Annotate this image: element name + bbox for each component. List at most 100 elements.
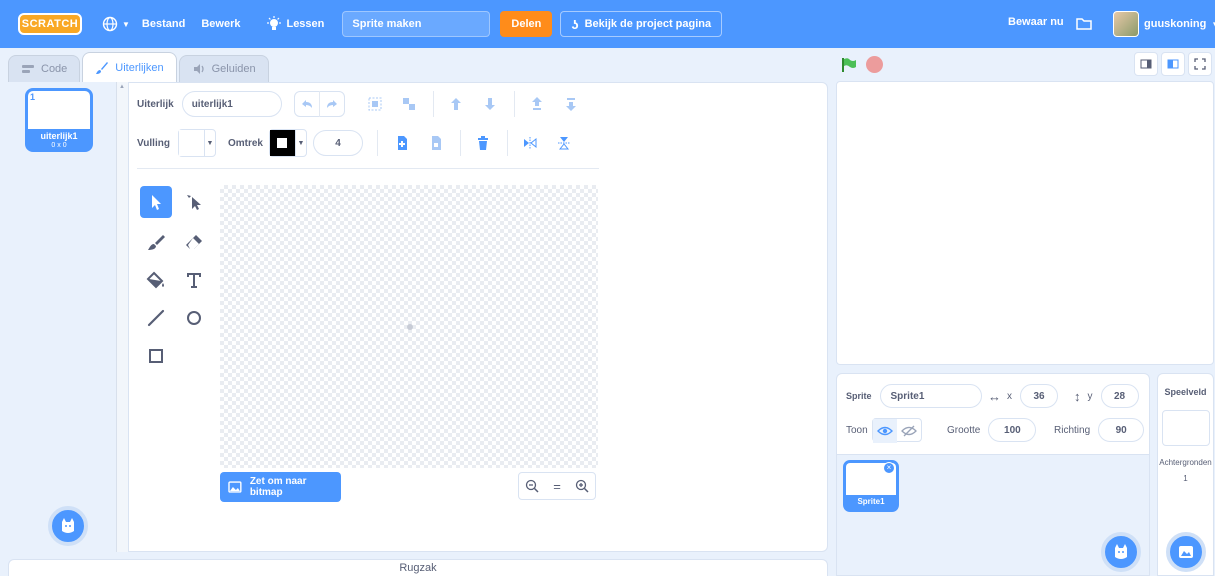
globe-icon (102, 16, 118, 32)
paste-icon (431, 136, 441, 150)
rectangle-tool[interactable] (140, 340, 172, 372)
share-button[interactable]: Delen (500, 11, 553, 37)
size-label: Grootte (947, 424, 981, 436)
flip-vertical-button[interactable] (552, 131, 576, 155)
select-tool[interactable] (140, 186, 172, 218)
undo-button[interactable] (295, 92, 319, 116)
sprite-item-name: Sprite1 (857, 497, 885, 506)
delete-button[interactable] (471, 131, 495, 155)
close-icon: × (886, 463, 892, 472)
backpack[interactable]: Rugzak (8, 559, 828, 576)
costume-list-scrollbar[interactable]: ▲ (116, 82, 128, 552)
scratch-logo[interactable]: SCRATCH (18, 13, 82, 35)
divider (513, 91, 515, 117)
forward-button[interactable] (444, 92, 468, 116)
sprite-show-row: Toon (846, 418, 922, 443)
costume-size: 0 x 0 (51, 142, 67, 149)
project-title-input[interactable]: Sprite maken (342, 11, 491, 37)
tab-costumes-label: Uiterlijken (115, 61, 164, 74)
add-sprite-button[interactable] (1101, 532, 1141, 572)
backward-button[interactable] (478, 92, 502, 116)
undo-icon (301, 100, 312, 108)
line-tool[interactable] (140, 302, 172, 334)
sprite-size-input[interactable]: 100 (988, 418, 1037, 442)
stage[interactable] (836, 81, 1214, 365)
arrow-pointer-icon (152, 195, 161, 210)
tutorials-menu[interactable]: Lessen (266, 16, 324, 32)
text-icon (187, 273, 201, 288)
divider (506, 130, 508, 156)
stop-button[interactable] (866, 56, 883, 73)
fill-color-picker[interactable]: ▼ (177, 129, 216, 157)
y-label: y (1087, 390, 1093, 402)
chevron-down-icon: ▼ (1211, 20, 1215, 29)
hide-button[interactable] (897, 419, 921, 443)
fullscreen-button[interactable] (1188, 52, 1212, 76)
back-button[interactable] (559, 92, 583, 116)
tab-code[interactable]: Code (8, 55, 81, 82)
stage-thumbnail (1162, 410, 1210, 446)
divider (459, 130, 461, 156)
show-button[interactable] (872, 419, 897, 443)
delete-sprite-button[interactable]: × (883, 462, 895, 474)
costume-index: 1 (30, 92, 36, 102)
small-stage-button[interactable] (1134, 52, 1158, 76)
cat-add-icon (1115, 544, 1127, 559)
zoom-reset-button[interactable]: = (545, 474, 569, 498)
sprite-y-input[interactable]: 28 (1100, 384, 1139, 408)
front-button[interactable] (525, 92, 549, 116)
costume-name-input[interactable]: uiterlijk1 (181, 91, 282, 117)
tab-costumes[interactable]: Uiterlijken (82, 52, 177, 82)
costume-list (0, 82, 116, 552)
project-page-button[interactable]: ʖ Bekijk de project pagina (560, 11, 723, 37)
my-stuff-button[interactable] (1075, 14, 1093, 35)
stroke-label: Omtrek (227, 137, 263, 149)
reshape-tool[interactable] (178, 186, 210, 218)
brush-tool[interactable] (140, 226, 172, 258)
costume-thumbnail (28, 91, 90, 129)
language-menu[interactable]: ▼ (102, 16, 130, 32)
fill-tool[interactable] (140, 264, 172, 296)
add-backdrop-button[interactable] (1166, 532, 1206, 572)
zoom-out-button[interactable] (520, 474, 544, 498)
tab-sounds[interactable]: Geluiden (178, 55, 269, 82)
project-page-label: Bekijk de project pagina (584, 18, 712, 30)
chevron-down-icon: ▼ (297, 139, 305, 147)
costume-item[interactable]: 1 uiterlijk1 0 x 0 (25, 88, 93, 152)
group-button[interactable] (363, 92, 387, 116)
sprite-x-input[interactable]: 36 (1020, 384, 1058, 408)
large-stage-button[interactable] (1161, 52, 1185, 76)
convert-to-bitmap-button[interactable]: Zet om naar bitmap (220, 472, 341, 502)
eraser-tool[interactable] (178, 226, 210, 258)
fill-swatch (178, 130, 205, 156)
sprite-x-row: ↔ x 36 (988, 384, 1058, 408)
zoom-out-icon (525, 479, 539, 493)
flip-horizontal-icon (523, 137, 537, 149)
text-tool[interactable] (178, 264, 210, 296)
copy-button[interactable] (390, 131, 414, 155)
user-menu[interactable]: guuskoning ▼ (1113, 11, 1215, 37)
paste-button[interactable] (424, 131, 448, 155)
sprite-name-input[interactable]: Sprite1 (879, 384, 982, 408)
sprite-direction-input[interactable]: 90 (1098, 418, 1145, 442)
green-flag-button[interactable] (840, 56, 858, 77)
editor-tabs: Code Uiterlijken Geluiden (8, 52, 269, 82)
save-now-button[interactable]: Bewaar nu (1008, 16, 1064, 28)
code-icon (22, 65, 34, 73)
sprite-label: Sprite (846, 391, 872, 401)
username: guuskoning (1144, 18, 1207, 30)
file-menu[interactable]: Bestand (142, 18, 185, 30)
flip-horizontal-button[interactable] (518, 131, 542, 155)
arrow-down-icon (484, 98, 495, 110)
edit-menu[interactable]: Bewerk (201, 18, 240, 30)
zoom-in-button[interactable] (570, 474, 594, 498)
redo-button[interactable] (320, 92, 344, 116)
stroke-width-input[interactable]: 4 (312, 130, 363, 156)
stroke-color-picker[interactable]: ▼ (268, 129, 307, 157)
undo-redo-group (293, 91, 345, 117)
ungroup-button[interactable] (397, 92, 421, 116)
add-costume-button[interactable] (48, 506, 88, 546)
brush-icon (96, 61, 109, 74)
circle-tool[interactable] (178, 302, 210, 334)
sprite-y-row: ↕ y 28 (1074, 384, 1139, 408)
